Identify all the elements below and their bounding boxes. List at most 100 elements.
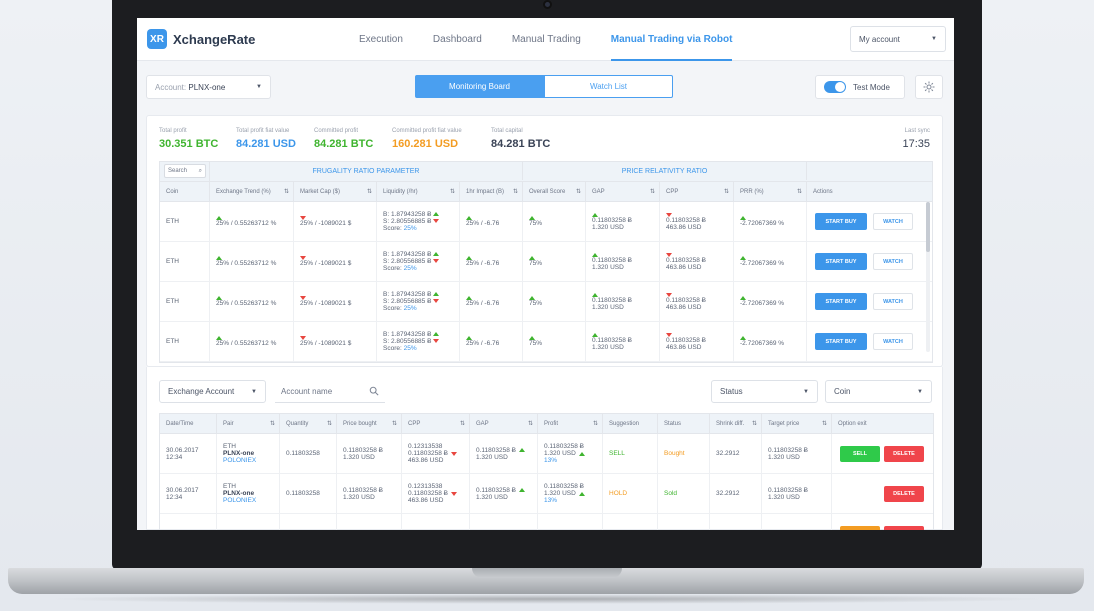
start-buy-button[interactable]: START BUY xyxy=(815,293,867,310)
cell-price-bought: 0.11803258 Ƀ 1.320 USD xyxy=(337,474,402,513)
coin-dropdown[interactable]: Coin ▼ xyxy=(825,380,932,403)
col-cpp[interactable]: CPP ⇅ xyxy=(660,182,734,201)
delete-button[interactable]: DELETE xyxy=(884,445,924,462)
account-dropdown[interactable]: Account: PLNX-one ▼ xyxy=(146,75,271,99)
col-market-cap[interactable]: Market Cap ($) ⇅ xyxy=(294,182,377,201)
status-dropdown[interactable]: Status ▼ xyxy=(711,380,818,403)
sort-icon: ⇅ xyxy=(723,189,729,195)
cell-cpp: 0.11803258 Ƀ 463.86 USD xyxy=(660,202,734,241)
start-buy-button[interactable]: START BUY xyxy=(815,253,867,270)
col-profit[interactable]: Profit ⇅ xyxy=(538,414,603,433)
delete-button[interactable] xyxy=(884,525,924,530)
my-account-dropdown[interactable]: My account ▼ xyxy=(850,26,946,52)
col-shrink-diff[interactable]: Shrink diff. ⇅ xyxy=(710,414,762,433)
col-status[interactable]: Status xyxy=(658,414,710,433)
nav-execution[interactable]: Execution xyxy=(359,18,403,61)
col-coin[interactable]: Coin xyxy=(160,182,210,201)
table-scrollbar[interactable] xyxy=(926,202,930,352)
cell-prr: -2.72067369 % xyxy=(734,242,807,281)
col-pair[interactable]: Pair ⇅ xyxy=(217,414,280,433)
col-gap[interactable]: GAP ⇅ xyxy=(470,414,538,433)
cell-profit: 0.11803258 Ƀ 1.320 USD 13% xyxy=(538,434,603,473)
nav-dashboard[interactable]: Dashboard xyxy=(433,18,482,61)
col-prr[interactable]: PRR (%) ⇅ xyxy=(734,182,807,201)
col-cpp[interactable]: CPP ⇅ xyxy=(402,414,470,433)
start-buy-button[interactable]: START BUY xyxy=(815,213,867,230)
cell-status: Bought xyxy=(658,434,710,473)
cell-actions: START BUY WATCH xyxy=(807,322,932,361)
table-search-input[interactable]: Search ⌕ xyxy=(164,164,206,178)
orders-table: Date/Time Pair ⇅ Quantity ⇅ Price bought ⇅ … xyxy=(159,413,934,530)
laptop-shadow xyxy=(40,594,1054,604)
col-price-bought[interactable]: Price bought ⇅ xyxy=(337,414,402,433)
cell-target-price: 0.11803258 Ƀ 1.320 USD xyxy=(762,434,832,473)
cell-liquidity: B: 1.87943258 Ƀ S: 2.80556885 Ƀ Score: 2… xyxy=(377,282,460,321)
cell-cpp: 0.11803258 Ƀ 463.86 USD xyxy=(660,322,734,361)
cell-option-exit xyxy=(832,514,933,530)
cell-1hr-impact: 25% / -6.76 xyxy=(460,202,523,241)
col-target-price[interactable]: Target price ⇅ xyxy=(762,414,832,433)
cell-cpp: 0.12313538 0.11803258 Ƀ 463.86 USD xyxy=(402,474,470,513)
sort-icon: ⇅ xyxy=(326,421,332,427)
toolbar: Account: PLNX-one ▼ Monitoring Board Wat… xyxy=(137,61,954,113)
sort-icon: ⇅ xyxy=(512,189,518,195)
nav-manual-trading-robot[interactable]: Manual Trading via Robot xyxy=(610,18,732,61)
nav-manual-trading[interactable]: Manual Trading xyxy=(512,18,581,61)
watch-button[interactable]: WATCH xyxy=(873,253,913,270)
cell-market-cap: 25% / -1089021 $ xyxy=(294,322,377,361)
watch-button[interactable]: WATCH xyxy=(873,213,913,230)
trend-up-icon xyxy=(519,448,525,452)
cell-cpp: 0.11803258 Ƀ 463.86 USD xyxy=(660,242,734,281)
table-row: ETH 25% / 0.55263712 % 25% / -1089021 $ … xyxy=(160,202,932,242)
col-exchange-trend[interactable]: Exchange Trend (%) ⇅ xyxy=(210,182,294,201)
trend-down-icon xyxy=(451,491,457,496)
settings-button[interactable] xyxy=(915,75,943,99)
sell-button[interactable]: SELL xyxy=(840,445,880,462)
col-liquidity[interactable]: Liquidity (/hr) ⇅ xyxy=(377,182,460,201)
cell-liquidity: B: 1.87943258 Ƀ S: 2.80556885 Ƀ Score: 2… xyxy=(377,242,460,281)
cell-prr: -2.72067369 % xyxy=(734,202,807,241)
cell-price-bought: 0.11803258 Ƀ 1.320 USD xyxy=(337,434,402,473)
tab-monitoring-board[interactable]: Monitoring Board xyxy=(415,75,544,98)
stat-total-capital: Total capital 84.281 BTC xyxy=(491,128,551,150)
chevron-down-icon: ▼ xyxy=(256,84,262,90)
cell-actions: START BUY WATCH xyxy=(807,282,932,321)
exchange-account-dropdown[interactable]: Exchange Account ▼ xyxy=(159,380,266,403)
monitoring-table: Search ⌕ FRUGALITY RATIO PARAMETER PRICE… xyxy=(159,161,933,363)
sort-icon: ⇅ xyxy=(821,421,827,427)
cell-1hr-impact: 25% / -6.76 xyxy=(460,322,523,361)
cell-gap: 0.11803258 Ƀ 1.320 USD xyxy=(470,434,538,473)
orders-rows: 30.06.2017 12:34 ETH PLNX-one POLONIEX 0.11… xyxy=(160,434,933,530)
trend-up-icon xyxy=(578,451,585,456)
sort-icon: ⇅ xyxy=(391,421,397,427)
account-name-search[interactable]: Account name xyxy=(275,380,385,403)
col-suggestion[interactable]: Suggestion xyxy=(603,414,658,433)
col-gap[interactable]: GAP ⇅ xyxy=(586,182,660,201)
monitoring-rows: ETH 25% / 0.55263712 % 25% / -1089021 $ … xyxy=(160,202,932,362)
app-logo[interactable]: XR XchangeRate xyxy=(147,29,347,49)
cell-coin: ETH xyxy=(160,282,210,321)
trend-up-icon xyxy=(519,488,525,492)
col-date-time[interactable]: Date/Time xyxy=(160,414,217,433)
table-row: 30.06.2017 12:34 ETH PLNX-one POLONIEX 0.11… xyxy=(160,434,933,474)
delete-button[interactable]: DELETE xyxy=(884,485,924,502)
table-row: 30.06.2017 ETH 0.12313538 0.11803258 Ƀ 0… xyxy=(160,514,933,530)
sort-icon: ⇅ xyxy=(592,421,598,427)
watch-button[interactable]: WATCH xyxy=(873,333,913,350)
cell-gap: 0.11803258 Ƀ 1.320 USD xyxy=(586,202,660,241)
tab-watch-list[interactable]: Watch List xyxy=(544,75,673,98)
cell-actions: START BUY WATCH xyxy=(807,202,932,241)
test-mode-toggle[interactable] xyxy=(824,81,846,93)
trend-up-icon xyxy=(433,292,440,296)
logo-mark-icon: XR xyxy=(147,29,167,49)
top-navigation-bar: XR XchangeRate Execution Dashboard Manua… xyxy=(137,18,954,61)
col-overall-score[interactable]: Overall Score ⇅ xyxy=(523,182,586,201)
monitoring-card: Total profit 30.351 BTC Total profit fia… xyxy=(146,115,943,367)
start-buy-button[interactable]: START BUY xyxy=(815,333,867,350)
group-price-relativity-ratio: PRICE RELATIVITY RATIO xyxy=(523,162,807,180)
col-quantity[interactable]: Quantity ⇅ xyxy=(280,414,337,433)
col-1hr-impact[interactable]: 1hr Impact (B) ⇅ xyxy=(460,182,523,201)
watch-button[interactable]: WATCH xyxy=(873,293,913,310)
cell-1hr-impact: 25% / -6.76 xyxy=(460,282,523,321)
option-button[interactable] xyxy=(840,525,880,530)
